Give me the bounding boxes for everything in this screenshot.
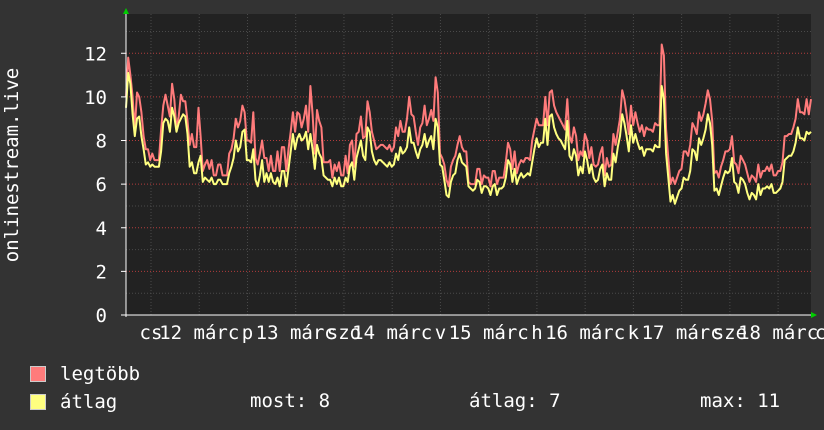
y-tick-label: 8 [96,131,107,153]
y-tick-labels: 0 2 4 6 8 10 12 [84,43,126,327]
legend-swatch-legtobb [30,366,46,382]
x-tick-label: k [628,322,640,344]
y-tick-label: 10 [84,87,107,109]
y-tick-label: 6 [96,174,107,196]
x-tick-label: 15 márc [449,322,529,344]
legend-item-atlag: átlag [30,391,117,413]
legend-swatch-atlag [30,394,46,410]
legend-item-legtobb: legtöbb [30,363,140,385]
x-tick-label: 13 márc [256,322,336,344]
x-tick-label: 16 márc [545,322,625,344]
x-axis-arrow [811,312,817,318]
y-tick-label: 0 [96,305,107,327]
y-tick-label: 12 [84,43,107,65]
x-tick-label: p [242,322,253,344]
stat-max: max: 11 [700,390,781,412]
x-tick-label: 18 márc [738,322,818,344]
y-axis-label: onlinestream.live [1,68,23,262]
x-tick-label: v [435,322,446,344]
y-axis-arrow [123,8,129,14]
y-tick-label: 4 [96,218,107,240]
x-tick-label: 17 márc [642,322,722,344]
x-tick-label: cs [815,322,824,344]
x-tick-labels: cs12 márc p 13 márcszo14 márc v 15 márc h 16 m… [140,322,824,344]
y-tick-label: 2 [96,261,107,283]
stat-atlag: átlag: 7 [469,390,561,412]
x-tick-label: h [531,322,542,344]
x-tick-label: 12 márc [159,322,239,344]
chart: 024681012 cs12 márc p 13 márcszo14 márc v 15… [1,8,824,344]
legend-label-legtobb: legtöbb [60,363,141,385]
stat-most: most: 8 [250,390,331,412]
x-tick-label: 14 márc [352,322,432,344]
legend-label-atlag: átlag [60,391,118,413]
